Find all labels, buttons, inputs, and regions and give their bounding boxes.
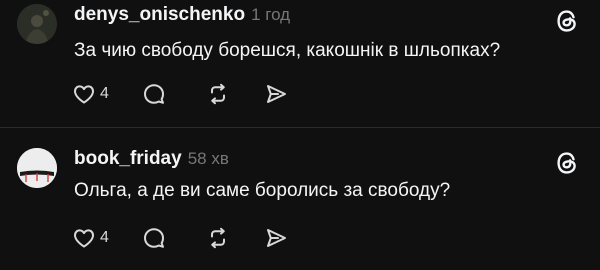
like-button[interactable]: 4 bbox=[72, 81, 142, 107]
comment-post: book_friday 58 хв Ольга, а де ви саме бо… bbox=[0, 128, 600, 270]
comment-icon bbox=[144, 228, 164, 248]
comment-post: denys_onischenko 1 год За чию свободу бо… bbox=[0, 0, 600, 128]
repost-button[interactable] bbox=[206, 81, 264, 107]
share-button[interactable] bbox=[264, 225, 304, 251]
repost-icon bbox=[211, 83, 225, 105]
comment-button[interactable] bbox=[142, 81, 206, 107]
timestamp: 58 хв bbox=[187, 149, 229, 168]
repost-button[interactable] bbox=[206, 225, 264, 251]
comment-icon bbox=[144, 84, 164, 104]
username[interactable]: denys_onischenko bbox=[74, 4, 245, 26]
action-bar: 4 bbox=[72, 81, 304, 107]
post-header: book_friday 58 хв bbox=[74, 148, 229, 172]
share-icon bbox=[267, 229, 286, 247]
share-icon bbox=[267, 85, 286, 103]
threads-logo-icon[interactable] bbox=[554, 8, 580, 34]
username[interactable]: book_friday bbox=[74, 148, 182, 170]
post-header: denys_onischenko 1 год bbox=[74, 4, 290, 28]
heart-icon bbox=[74, 85, 94, 104]
like-count: 4 bbox=[100, 229, 109, 246]
comment-button[interactable] bbox=[142, 225, 206, 251]
avatar[interactable] bbox=[17, 4, 57, 44]
heart-icon bbox=[74, 229, 94, 248]
comment-text: Ольга, а де ви саме боролись за свободу? bbox=[74, 180, 451, 201]
like-count: 4 bbox=[100, 85, 109, 102]
action-bar: 4 bbox=[72, 225, 304, 251]
avatar[interactable] bbox=[17, 148, 57, 188]
threads-logo-icon[interactable] bbox=[554, 150, 580, 176]
repost-icon bbox=[211, 227, 225, 249]
like-button[interactable]: 4 bbox=[72, 225, 142, 251]
timestamp: 1 год bbox=[251, 5, 291, 24]
comment-feed: denys_onischenko 1 год За чию свободу бо… bbox=[0, 0, 600, 270]
share-button[interactable] bbox=[264, 81, 304, 107]
comment-text: За чию свободу борешся, какошнік в шльоп… bbox=[74, 40, 501, 61]
